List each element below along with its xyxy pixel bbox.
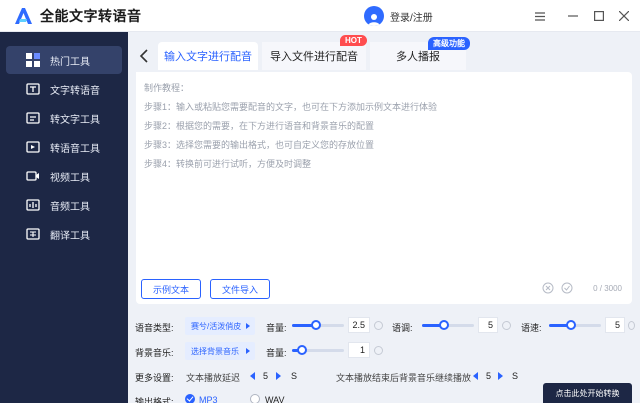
app-title: 全能文字转语音 [40, 7, 142, 24]
format-wav-label[interactable]: WAV [265, 395, 285, 403]
format-mp3-label[interactable]: MP3 [199, 395, 218, 403]
bgm-volume-label: 音量: [266, 348, 287, 358]
user-icon [368, 14, 380, 26]
close-icon[interactable] [616, 8, 632, 24]
reset-icon[interactable] [502, 321, 511, 330]
tab-import-file[interactable]: 导入文件进行配音 [262, 42, 366, 70]
text-editor[interactable]: 制作教程： 步骤1：输入或粘贴您需要配音的文字，也可在下方添加示例文本进行体验 … [136, 72, 632, 304]
increase-icon[interactable] [276, 372, 281, 380]
reset-icon[interactable] [374, 321, 383, 330]
file-import-button[interactable]: 文件导入 [210, 279, 270, 299]
text-speech-icon [26, 83, 40, 95]
bgm-label: 背景音乐: [135, 348, 174, 358]
sidebar-item-video[interactable]: 视频工具 [6, 162, 122, 190]
title-bar: 全能文字转语音 登录/注册 [0, 0, 640, 32]
sample-text-button[interactable]: 示例文本 [141, 279, 201, 299]
premium-badge: 高级功能 [428, 37, 470, 50]
hot-badge: HOT [340, 35, 367, 46]
tone-value[interactable]: 5 [478, 317, 498, 333]
format-mp3-radio[interactable] [185, 394, 195, 403]
speed-label: 语速: [521, 323, 542, 333]
tab-input-text[interactable]: 输入文字进行配音 [158, 42, 258, 70]
bgm-select[interactable]: 选择背景音乐 [185, 342, 255, 360]
sidebar: 热门工具 文字转语音 转文字工具 转语音工具 视频工具 音频工具 翻译工具 [0, 32, 128, 403]
translate-icon [26, 228, 40, 240]
tone-label: 语调: [392, 323, 413, 333]
continue-value: 5 [486, 371, 492, 381]
delay-label: 文本播放延迟 [186, 373, 241, 383]
clear-icon[interactable] [542, 282, 554, 294]
speed-slider[interactable] [549, 320, 601, 330]
sidebar-item-label: 转语音工具 [50, 143, 100, 155]
volume-label: 音量: [266, 323, 287, 333]
slider-handle[interactable] [439, 320, 449, 330]
format-wav-radio[interactable] [250, 394, 260, 403]
sidebar-item-label: 视频工具 [50, 172, 90, 184]
audio-icon [26, 199, 40, 211]
tutorial-step: 步骤1：输入或粘贴您需要配音的文字，也可在下方添加示例文本进行体验 [144, 102, 438, 112]
sidebar-item-audio[interactable]: 音频工具 [6, 191, 122, 219]
caret-right-icon [246, 323, 250, 329]
increase-icon[interactable] [498, 372, 503, 380]
minimize-icon[interactable] [565, 8, 581, 24]
bgm-volume-slider[interactable] [292, 345, 344, 355]
decrease-icon[interactable] [250, 372, 255, 380]
delay-value: 5 [263, 371, 269, 381]
volume-slider[interactable] [292, 320, 344, 330]
to-speech-icon [26, 141, 40, 153]
sidebar-item-label: 翻译工具 [50, 230, 90, 242]
sidebar-item-text-to-speech[interactable]: 文字转语音 [6, 75, 122, 103]
sidebar-item-to-text[interactable]: 转文字工具 [6, 104, 122, 132]
more-settings-label: 更多设置: [135, 373, 174, 383]
bgm-continue-label: 文本播放结束后背景音乐继续播放 [336, 373, 472, 383]
login-area[interactable]: 登录/注册 [364, 6, 433, 26]
delay-unit: S [291, 371, 298, 381]
sidebar-item-translate[interactable]: 翻译工具 [6, 220, 122, 248]
tone-slider[interactable] [422, 320, 474, 330]
sidebar-item-label: 文字转语音 [50, 85, 100, 97]
decrease-icon[interactable] [473, 372, 478, 380]
sidebar-item-label: 热门工具 [50, 56, 90, 68]
grid-icon [26, 53, 40, 67]
sidebar-item-to-speech[interactable]: 转语音工具 [6, 133, 122, 161]
start-convert-button[interactable]: 点击此处开始转换 [543, 383, 632, 403]
slider-handle[interactable] [566, 320, 576, 330]
output-format-label: 输出格式: [135, 397, 174, 403]
tutorial-step: 步骤4：转换前可进行试听，方便及时调整 [144, 159, 312, 169]
video-icon [26, 171, 39, 181]
tutorial-step: 步骤2：根据您的需要，在下方进行语音和背景音乐的配置 [144, 121, 375, 131]
app-logo-icon [15, 7, 32, 24]
menu-icon[interactable] [532, 8, 548, 24]
char-counter: 0 / 3000 [593, 284, 622, 293]
reset-icon[interactable] [374, 346, 383, 355]
check-icon[interactable] [561, 282, 573, 294]
tutorial-step: 步骤3：选择您需要的输出格式，也可自定义您的存放位置 [144, 140, 375, 150]
back-arrow-icon[interactable] [138, 49, 150, 63]
slider-handle[interactable] [311, 320, 321, 330]
volume-value[interactable]: 2.5 [348, 317, 370, 333]
bgm-volume-value[interactable]: 1 [348, 342, 370, 358]
sidebar-item-hot-tools[interactable]: 热门工具 [6, 46, 122, 74]
voice-type-label: 语音类型: [135, 323, 174, 333]
sidebar-item-label: 转文字工具 [50, 114, 100, 126]
avatar[interactable] [364, 6, 384, 26]
sidebar-item-label: 音频工具 [50, 201, 90, 213]
continue-unit: S [512, 371, 519, 381]
tutorial-title: 制作教程： [144, 83, 190, 93]
reset-icon[interactable] [628, 321, 635, 330]
login-link[interactable]: 登录/注册 [390, 9, 433, 24]
slider-handle[interactable] [297, 345, 307, 355]
to-text-icon [26, 112, 40, 124]
voice-type-select[interactable]: 赛兮/活泼俏皮 [185, 317, 255, 335]
tab-bar: 输入文字进行配音 导入文件进行配音 HOT 多人播报 高级功能 [128, 35, 640, 72]
caret-right-icon [246, 348, 250, 354]
maximize-icon[interactable] [591, 8, 607, 24]
speed-value[interactable]: 5 [605, 317, 625, 333]
